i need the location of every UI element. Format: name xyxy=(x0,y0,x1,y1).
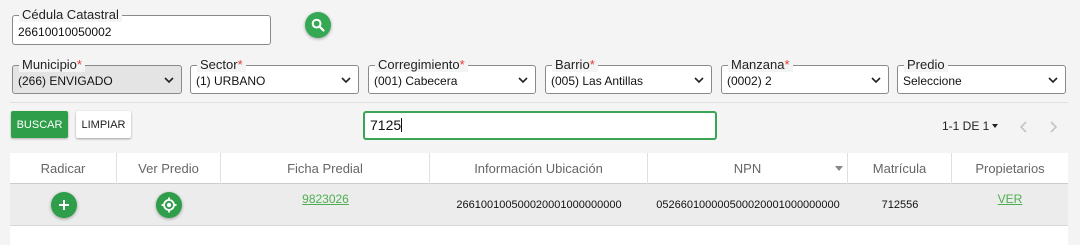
corregimiento-label: Corregimiento* xyxy=(375,58,468,72)
column-header-radicar: Radicar xyxy=(10,153,117,184)
propietarios-ver-link[interactable]: VER xyxy=(998,192,1023,206)
barrio-label: Barrio* xyxy=(552,58,598,72)
cell-radicar xyxy=(10,184,117,226)
manzana-select[interactable]: Manzana* (0002) 2 xyxy=(721,58,889,94)
column-header-propietarios: Propietarios xyxy=(975,161,1045,176)
column-header-ficha-predial: Ficha Predial xyxy=(221,153,430,184)
sort-icon[interactable] xyxy=(835,166,843,171)
limpiar-button[interactable]: LIMPIAR xyxy=(76,111,131,138)
municipio-select[interactable]: Municipio* (266) ENVIGADO xyxy=(12,58,182,94)
chevron-down-icon xyxy=(871,77,881,84)
cedula-catastral-field[interactable]: Cédula Catastral 26610010050002 xyxy=(12,8,271,45)
rows-range-selector[interactable]: 1-1 DE 1 xyxy=(942,119,999,133)
municipio-label: Municipio* xyxy=(19,58,85,72)
corregimiento-select[interactable]: Corregimiento* (001) Cabecera xyxy=(368,58,536,94)
column-header-matricula: Matrícula xyxy=(848,153,952,184)
chevron-down-icon xyxy=(518,77,528,84)
barrio-select[interactable]: Barrio* (005) Las Antillas xyxy=(545,58,712,94)
cedula-catastral-label: Cédula Catastral xyxy=(19,8,122,22)
ver-predio-button[interactable] xyxy=(156,192,182,218)
table-header: Radicar Ver Predio Ficha Predial Informa… xyxy=(10,153,1068,184)
chevron-left-icon[interactable] xyxy=(1019,120,1029,134)
divider xyxy=(10,102,1068,103)
text-caret xyxy=(401,118,403,132)
chevron-down-icon xyxy=(341,77,351,84)
predio-label: Predio xyxy=(904,58,948,72)
column-header-npn-label: NPN xyxy=(733,161,762,176)
cell-ver-predio xyxy=(117,184,221,226)
predio-value: Seleccione xyxy=(903,74,962,88)
cell-ficha-predial: 9823026 xyxy=(221,184,430,226)
rows-range-label: 1-1 DE 1 xyxy=(942,119,990,133)
chevron-right-icon[interactable] xyxy=(1048,120,1058,134)
chevron-down-icon xyxy=(694,77,704,84)
sector-label: Sector* xyxy=(197,58,246,72)
search-button[interactable] xyxy=(305,12,331,38)
cell-propietarios: VER xyxy=(952,184,1068,226)
buscar-button[interactable]: BUSCAR xyxy=(11,111,68,138)
sector-select[interactable]: Sector* (1) URBANO xyxy=(190,58,359,94)
barrio-value: (005) Las Antillas xyxy=(551,74,644,88)
column-header-npn[interactable]: NPN xyxy=(648,153,848,184)
manzana-label: Manzana* xyxy=(728,58,793,72)
corregimiento-value: (001) Cabecera xyxy=(374,74,458,88)
chevron-down-icon xyxy=(1048,77,1058,84)
plus-icon xyxy=(58,200,69,210)
search-icon xyxy=(311,18,325,32)
table-filter-input[interactable]: 7125 xyxy=(363,111,717,140)
radicar-button[interactable] xyxy=(50,192,77,218)
cedula-catastral-value[interactable]: 26610010050002 xyxy=(18,25,111,39)
results-table: Radicar Ver Predio Ficha Predial Informa… xyxy=(10,153,1068,245)
predio-select[interactable]: Predio Seleccione xyxy=(897,58,1066,94)
cell-informacion-ubicacion: 266100100500020001000000000 xyxy=(456,199,622,211)
municipio-value: (266) ENVIGADO xyxy=(18,74,113,88)
cell-matricula: 712556 xyxy=(881,199,919,211)
column-header-informacion-ubicacion: Información Ubicación xyxy=(430,153,648,184)
column-header-ver-predio: Ver Predio xyxy=(117,153,221,184)
caret-down-icon xyxy=(992,124,999,128)
manzana-value: (0002) 2 xyxy=(727,74,772,88)
chevron-down-icon xyxy=(164,77,174,84)
table-filter-value: 7125 xyxy=(370,117,402,133)
target-locate-icon xyxy=(161,197,177,213)
ficha-predial-link[interactable]: 9823026 xyxy=(302,192,349,206)
cell-npn: 052660100000500020001000000000 xyxy=(656,199,840,211)
sector-value: (1) URBANO xyxy=(196,74,266,88)
table-row: 9823026 266100100500020001000000000 0526… xyxy=(10,184,1068,226)
